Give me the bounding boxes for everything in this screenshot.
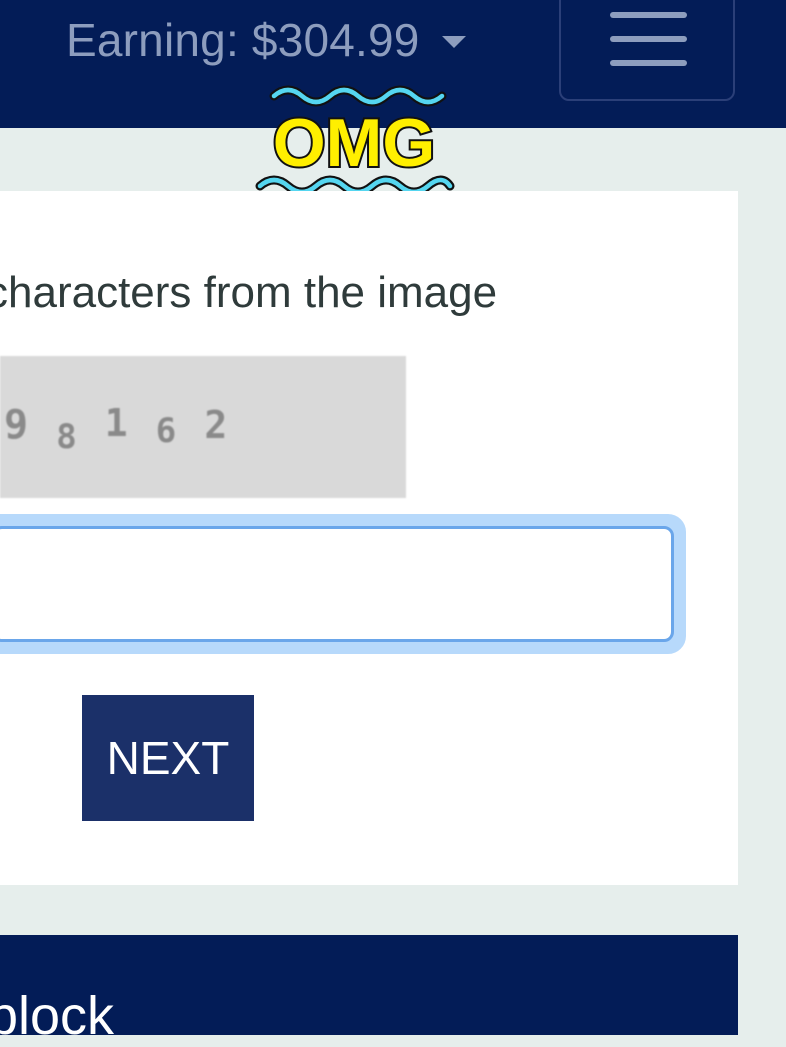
captcha-code: 9 8 1 6 2	[4, 401, 230, 457]
bottom-panel: block	[0, 935, 738, 1046]
bottom-panel-text: block	[0, 986, 115, 1046]
captcha-digit: 8	[56, 417, 79, 457]
hamburger-icon-bar	[610, 12, 687, 18]
earning-label: Earning: $304.99	[66, 14, 420, 66]
captcha-digit: 6	[155, 411, 179, 451]
omg-text: OMG	[273, 105, 435, 181]
omg-sticker-graphic: OMG	[255, 85, 455, 197]
caret-down-icon	[441, 36, 466, 48]
captcha-input-wrapper	[0, 514, 686, 654]
captcha-input[interactable]	[0, 526, 674, 642]
omg-sticker: OMG	[252, 82, 456, 200]
hamburger-icon-bar	[610, 36, 687, 42]
earning-dropdown[interactable]: Earning: $304.99	[66, 12, 466, 68]
menu-toggle-button[interactable]	[559, 0, 735, 101]
hamburger-icon-bar	[610, 60, 687, 66]
next-button[interactable]: NEXT	[82, 695, 254, 821]
captcha-digit: 9	[4, 402, 31, 448]
instruction-text: characters from the image	[0, 268, 498, 317]
captcha-digit: 1	[104, 401, 130, 445]
captcha-image: 9 8 1 6 2	[0, 356, 406, 498]
captcha-digit: 2	[204, 403, 230, 447]
